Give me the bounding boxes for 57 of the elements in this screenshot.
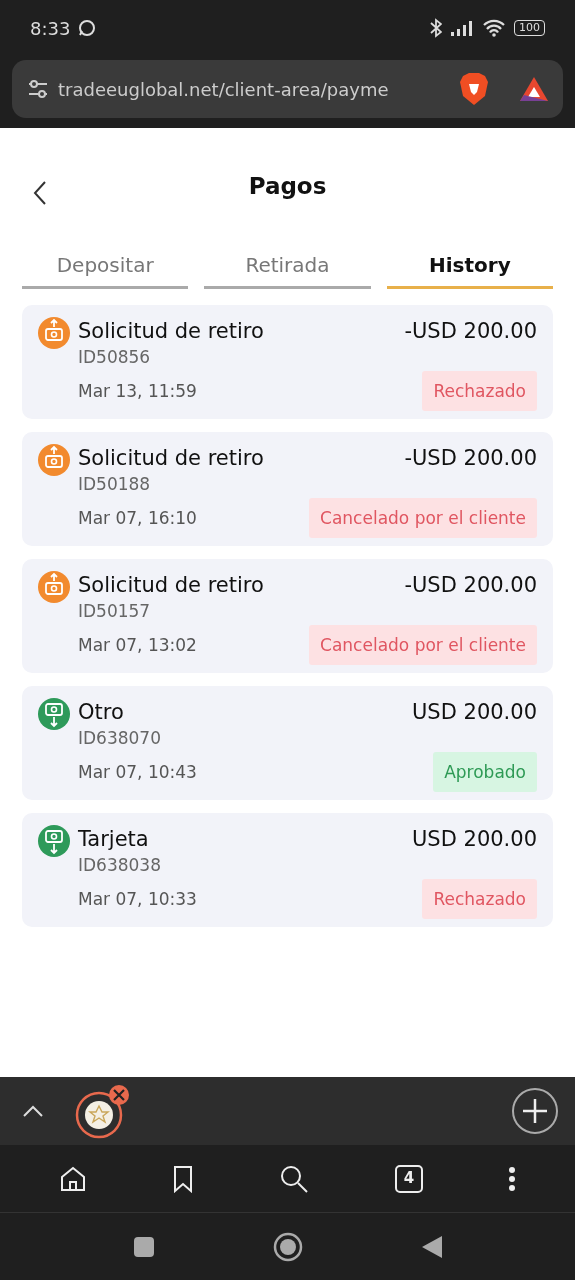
new-tab-icon[interactable] bbox=[511, 1087, 559, 1135]
transaction-card[interactable]: Solicitud de retiro -USD 200.00 ID50856 Mar 13, 11:59 Rechazado bbox=[22, 305, 553, 419]
amount-text: -USD 200.00 bbox=[404, 445, 537, 472]
site-tab-icon[interactable] bbox=[74, 1083, 132, 1139]
transaction-title: Tarjeta bbox=[78, 826, 149, 853]
status-label: Rechazado bbox=[422, 371, 537, 411]
shield-logo-icon[interactable] bbox=[459, 72, 489, 106]
transaction-title: Solicitud de retiro bbox=[78, 318, 264, 345]
date-text: Mar 07, 10:43 bbox=[78, 761, 197, 784]
transaction-id: ID50856 bbox=[78, 346, 152, 369]
transaction-card[interactable]: Tarjeta USD 200.00 ID638038 Mar 07, 10:33 Rechazado bbox=[22, 813, 553, 927]
back-triangle-icon[interactable] bbox=[420, 1234, 443, 1259]
tab-count-button[interactable]: 4 bbox=[394, 1164, 423, 1193]
transaction-card[interactable]: Otro USD 200.00 ID638070 Mar 07, 10:43 Aprobado bbox=[22, 686, 553, 800]
settings-icon[interactable] bbox=[26, 77, 50, 101]
bookmark-icon[interactable] bbox=[172, 1164, 195, 1193]
tab[interactable]: Retirada bbox=[204, 246, 371, 289]
status-label: Rechazado bbox=[422, 879, 537, 919]
date-text: Mar 13, 11:59 bbox=[78, 380, 197, 403]
address-bar[interactable]: tradeeuglobal.net/client-area/payme bbox=[12, 60, 563, 118]
page-title: Pagos bbox=[248, 171, 327, 201]
chat-icon bbox=[78, 19, 97, 37]
transaction-title: Solicitud de retiro bbox=[78, 445, 264, 472]
wifi-icon bbox=[482, 19, 506, 37]
transaction-id: ID638038 bbox=[78, 854, 162, 877]
back-icon[interactable] bbox=[32, 180, 48, 206]
date-text: Mar 07, 10:33 bbox=[78, 888, 197, 911]
battery-indicator: 100 bbox=[514, 20, 545, 36]
chevron-up-icon[interactable] bbox=[22, 1104, 44, 1118]
transaction-card[interactable]: Solicitud de retiro -USD 200.00 ID50188 Mar 07, 16:10 Cancelado por el cliente bbox=[22, 432, 553, 546]
signal-icon bbox=[450, 20, 474, 36]
home-icon[interactable] bbox=[58, 1164, 87, 1193]
transaction-id: ID50157 bbox=[78, 600, 152, 623]
transaction-title: Otro bbox=[78, 699, 124, 726]
search-icon[interactable] bbox=[279, 1163, 310, 1194]
menu-icon[interactable] bbox=[508, 1165, 517, 1192]
date-text: Mar 07, 16:10 bbox=[78, 507, 197, 530]
status-label: Aprobado bbox=[433, 752, 537, 792]
transaction-id: ID638070 bbox=[78, 727, 162, 750]
transaction-card[interactable]: Solicitud de retiro -USD 200.00 ID50157 Mar 07, 13:02 Cancelado por el cliente bbox=[22, 559, 553, 673]
transaction-title: Solicitud de retiro bbox=[78, 572, 264, 599]
status-label: Cancelado por el cliente bbox=[309, 498, 537, 538]
clock-time: 8:33 bbox=[30, 16, 71, 41]
home-button-icon[interactable] bbox=[272, 1231, 303, 1262]
triangle-logo-icon[interactable] bbox=[519, 75, 549, 103]
transaction-id: ID50188 bbox=[78, 473, 152, 496]
amount-text: -USD 200.00 bbox=[404, 572, 537, 599]
status-label: Cancelado por el cliente bbox=[309, 625, 537, 665]
amount-text: -USD 200.00 bbox=[404, 318, 537, 345]
bluetooth-icon bbox=[430, 18, 442, 38]
url-text: tradeeuglobal.net/client-area/payme bbox=[58, 77, 390, 102]
tab[interactable]: History bbox=[386, 246, 553, 289]
tab[interactable]: Depositar bbox=[22, 246, 189, 289]
amount-text: USD 200.00 bbox=[411, 826, 537, 853]
amount-text: USD 200.00 bbox=[411, 699, 537, 726]
square-icon[interactable] bbox=[132, 1235, 155, 1258]
date-text: Mar 07, 13:02 bbox=[78, 634, 197, 657]
